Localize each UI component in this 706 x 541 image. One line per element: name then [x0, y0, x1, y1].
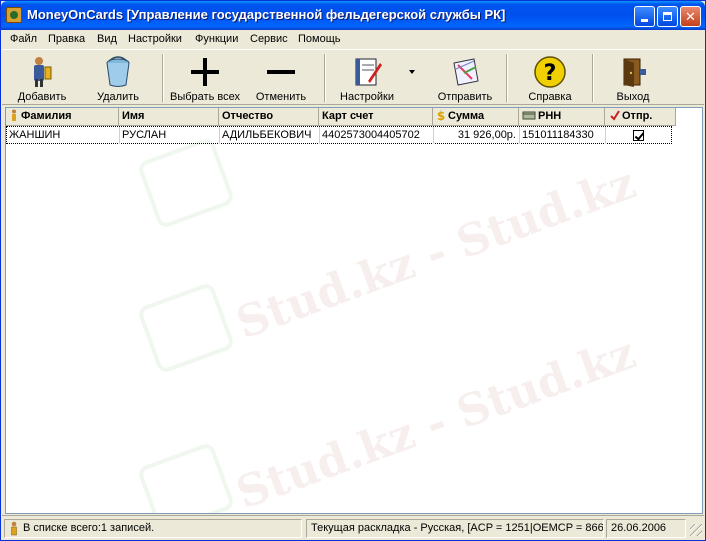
col-name-label: Имя: [122, 110, 145, 122]
status-keyboard-layout: Текущая раскладка - Русская, [ACP = 1251…: [311, 522, 604, 534]
dollar-icon: $: [437, 109, 445, 121]
question-help-icon: ?: [534, 56, 566, 88]
table-row[interactable]: ЖАНШИН РУСЛАН АДИЛЬБЕКОВИЧ 4402573004405…: [6, 126, 672, 144]
exit-label: Выход: [616, 91, 650, 103]
add-label: Добавить: [17, 91, 67, 103]
menu-file[interactable]: Файл: [10, 33, 37, 45]
settings-button[interactable]: Настройки: [332, 53, 402, 103]
watermark-logo-icon: [136, 441, 236, 513]
col-surname-header[interactable]: Фамилия: [6, 108, 119, 126]
cell-rnn: 151011184330: [520, 127, 606, 144]
app-window: MoneyOnCards [Управление государственной…: [0, 0, 706, 541]
help-button[interactable]: ? Справка: [518, 53, 582, 103]
col-patronymic-header[interactable]: Отчество: [219, 108, 319, 126]
notebook-pen-icon: [355, 58, 382, 86]
col-sent-label: Отпр.: [622, 110, 653, 122]
send-label: Отправить: [437, 91, 493, 103]
send-document-icon: [453, 58, 479, 86]
add-person-icon: [34, 57, 52, 87]
exit-button[interactable]: Выход: [600, 53, 666, 103]
cell-amount: 31 926,00р.: [434, 127, 520, 144]
delete-label: Удалить: [97, 91, 139, 103]
col-surname-label: Фамилия: [21, 110, 72, 122]
col-name-header[interactable]: Имя: [119, 108, 219, 126]
svg-text:?: ?: [544, 61, 557, 86]
toolbar-separator: [324, 54, 326, 102]
cell-patronymic: АДИЛЬБЕКОВИЧ: [220, 127, 320, 144]
col-card-label: Карт счет: [322, 110, 374, 122]
sent-checkbox[interactable]: [633, 130, 644, 141]
settings-dropdown-arrow-icon[interactable]: [409, 70, 415, 74]
cell-sent[interactable]: [606, 127, 672, 144]
menu-service[interactable]: Сервис: [250, 33, 288, 45]
toolbar-separator: [162, 54, 164, 102]
cell-card-account: 4402573004405702: [320, 127, 434, 144]
money-app-icon[interactable]: [6, 7, 22, 23]
col-rnn-label: РНН: [538, 110, 562, 122]
toolbar-separator: [592, 54, 594, 102]
minus-icon: [267, 70, 295, 74]
delete-button[interactable]: Удалить: [86, 53, 150, 103]
col-amount-label: Сумма: [448, 110, 485, 122]
window-title: MoneyOnCards [Управление государственной…: [27, 7, 506, 22]
minimize-button[interactable]: [634, 6, 655, 27]
grid-header: Фамилия Имя Отчество Карт счет $ Сумма РН…: [6, 108, 676, 126]
menu-edit[interactable]: Правка: [48, 33, 85, 45]
title-bar[interactable]: MoneyOnCards [Управление государственной…: [1, 1, 705, 30]
settings-label: Настройки: [340, 91, 394, 103]
watermark-text: Stud.kz - Stud.kz: [229, 157, 643, 350]
toolbar: Добавить Удалить Выбрать всех Отменить Н…: [2, 49, 704, 105]
maximize-button[interactable]: [657, 6, 678, 27]
person-icon: [11, 521, 17, 536]
trash-bucket-icon: [106, 56, 130, 87]
status-bar: В списке всего:1 записей. Текущая раскла…: [2, 515, 704, 540]
select-all-label: Выбрать всех: [170, 91, 240, 103]
watermark-text: Stud.kz - Stud.kz: [229, 327, 643, 514]
exit-door-icon: [623, 58, 646, 87]
select-all-button[interactable]: Выбрать всех: [166, 53, 244, 103]
svg-text:$: $: [437, 109, 445, 121]
cancel-label: Отменить: [255, 91, 307, 103]
add-button[interactable]: Добавить: [10, 53, 74, 103]
col-patronymic-label: Отчество: [222, 110, 274, 122]
status-date-panel: 26.06.2006: [606, 519, 686, 538]
person-icon: [12, 109, 16, 121]
records-grid[interactable]: Stud.kz - Stud.kz Stud.kz - Stud.kz Фами…: [5, 107, 703, 514]
cell-name: РУСЛАН: [120, 127, 220, 144]
maximize-icon: [663, 12, 672, 21]
cancel-button[interactable]: Отменить: [250, 53, 312, 103]
send-button[interactable]: Отправить: [432, 53, 498, 103]
status-count-panel: В списке всего:1 записей.: [4, 519, 302, 538]
watermark-logo-icon: [136, 281, 236, 375]
card-icon: [522, 111, 536, 120]
checkmark-icon: [610, 110, 620, 121]
close-button[interactable]: ✕: [680, 6, 701, 27]
status-count: В списке всего:1 записей.: [23, 522, 155, 534]
menu-bar: Файл Правка Вид Настройки Функции Сервис…: [2, 30, 704, 49]
watermark-logo-icon: [136, 136, 236, 230]
toolbar-separator: [506, 54, 508, 102]
menu-view[interactable]: Вид: [97, 33, 117, 45]
menu-settings[interactable]: Настройки: [128, 33, 182, 45]
col-card-header[interactable]: Карт счет: [319, 108, 433, 126]
col-amount-header[interactable]: $ Сумма: [433, 108, 519, 126]
col-rnn-header[interactable]: РНН: [519, 108, 605, 126]
cell-surname: ЖАНШИН: [7, 127, 120, 144]
close-icon: ✕: [685, 9, 696, 24]
menu-functions[interactable]: Функции: [195, 33, 238, 45]
menu-help[interactable]: Помощь: [298, 33, 341, 45]
col-sent-header[interactable]: Отпр.: [605, 108, 676, 126]
help-label: Справка: [528, 91, 572, 103]
resize-grip-icon[interactable]: [690, 524, 702, 536]
status-layout-panel: Текущая раскладка - Русская, [ACP = 1251…: [306, 519, 604, 538]
minimize-icon: [641, 19, 648, 22]
plus-icon: [191, 58, 219, 86]
status-date: 26.06.2006: [611, 522, 667, 534]
